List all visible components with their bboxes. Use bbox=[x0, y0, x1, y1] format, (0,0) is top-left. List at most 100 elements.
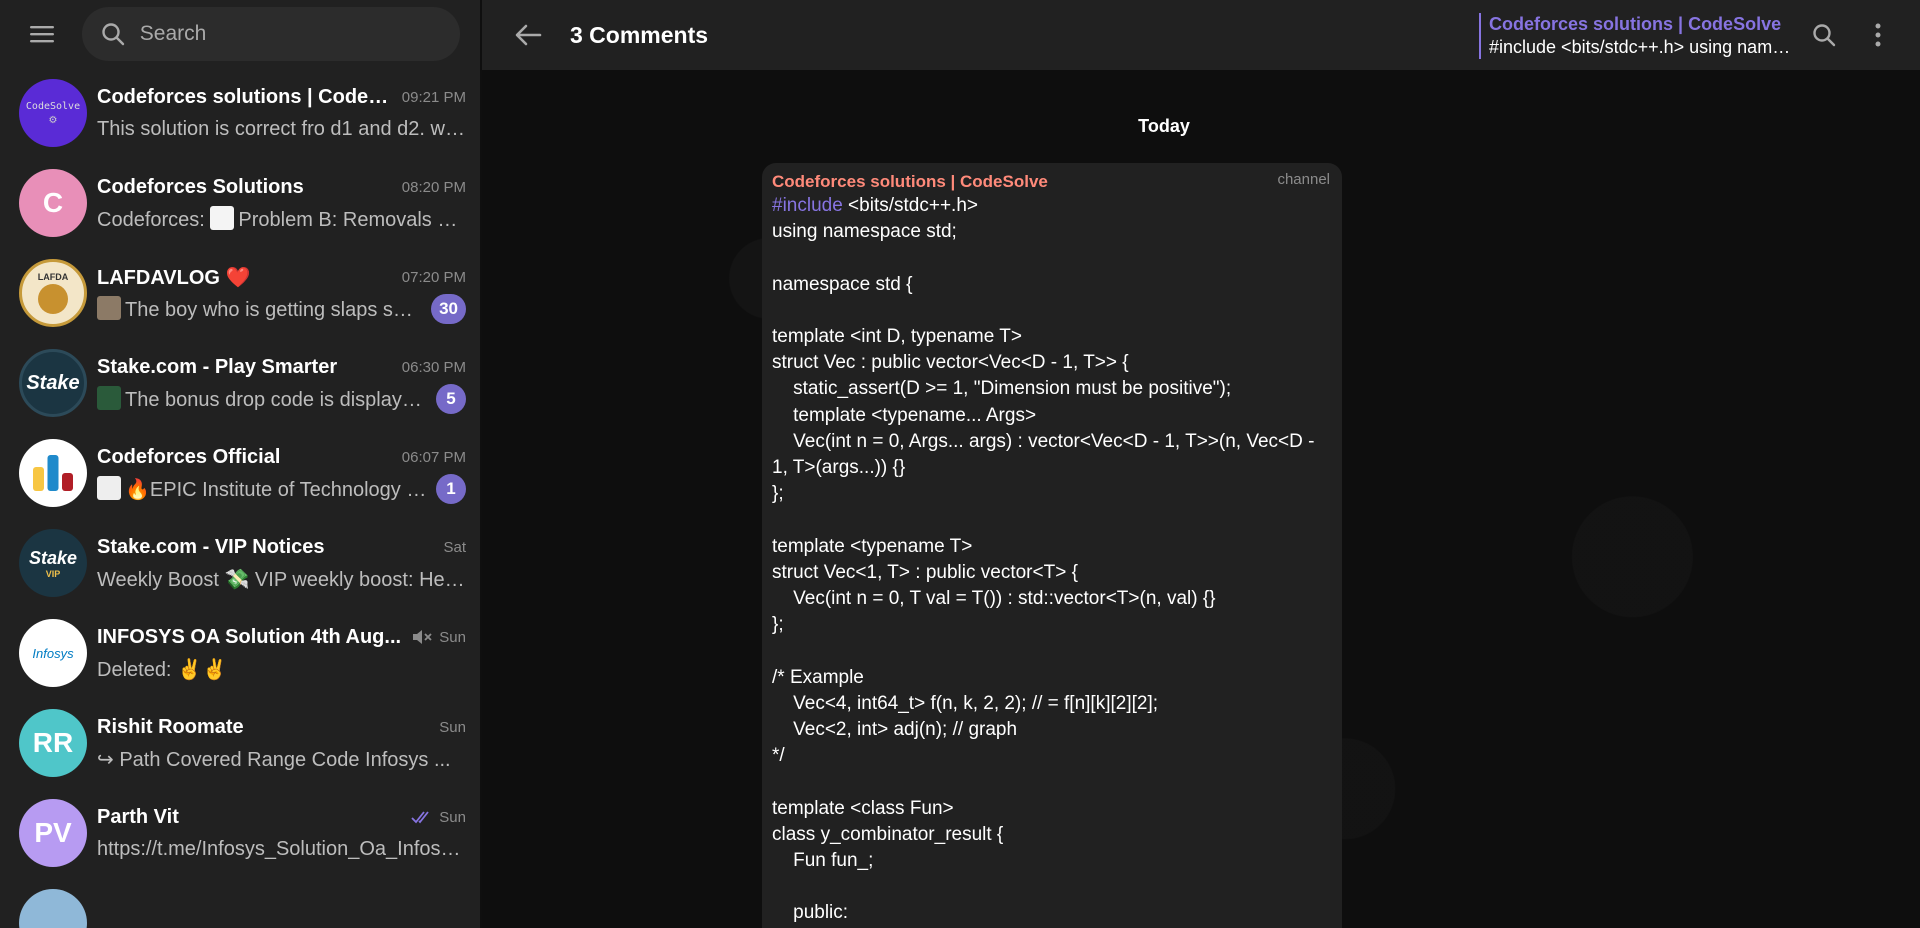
avatar: LAFDA bbox=[19, 259, 87, 327]
chat-row-top: Parth Vit Sun bbox=[97, 802, 466, 832]
chat-item-lafdavlog[interactable]: LAFDA LAFDAVLOG ❤️ 07:20 PM The boy who … bbox=[0, 248, 480, 338]
dog-icon bbox=[38, 284, 68, 314]
chat-item-rishit-roomate[interactable]: RR Rishit Roomate Sun ↪ Path Covered Ran… bbox=[0, 698, 480, 788]
date-separator: Today bbox=[1138, 116, 1190, 136]
more-vertical-icon bbox=[1875, 23, 1881, 47]
chat-title: Stake.com - VIP Notices bbox=[97, 535, 325, 558]
chat-body: Stake.com - Play Smarter 06:30 PM The bo… bbox=[97, 352, 466, 414]
chat-item-infosys-oa-solution[interactable]: Infosys INFOSYS OA Solution 4th Aug... S… bbox=[0, 608, 480, 698]
unread-badge: 30 bbox=[431, 294, 466, 324]
back-button[interactable] bbox=[508, 15, 548, 55]
chat-row-top: Stake.com - Play Smarter 06:30 PM bbox=[97, 352, 466, 382]
chat-row-bottom: Codeforces: Problem B: Removals Game ... bbox=[97, 204, 466, 234]
avatar-text: LAFDA bbox=[37, 272, 69, 282]
search-icon bbox=[1813, 24, 1836, 47]
top-bar: 3 Comments Codeforces solutions | CodeSo… bbox=[482, 0, 1920, 70]
chat-row-bottom: The boy who is getting slaps sho... 30 bbox=[97, 294, 466, 324]
video-thumbnail-icon bbox=[97, 296, 121, 320]
chat-item-codeforces-solutions-codesolve[interactable]: CodeSolve ⚙ Codeforces solutions | CodeS… bbox=[0, 68, 480, 158]
chat-title: Codeforces solutions | CodeSolve bbox=[97, 85, 394, 108]
avatar-text: Stake bbox=[28, 547, 78, 568]
chat-title: LAFDAVLOG ❤️ bbox=[97, 266, 251, 289]
chat-item-stake-play-smarter[interactable]: Stake Stake.com - Play Smarter 06:30 PM … bbox=[0, 338, 480, 428]
chat-row-bottom: Weekly Boost 💸 VIP weekly boost: Here's.… bbox=[97, 564, 466, 594]
preview-text: Problem B: Removals Game ... bbox=[238, 209, 466, 231]
chat-preview: 🔥EPIC Institute of Technology Roun... bbox=[97, 476, 428, 502]
chat-item-codeforces-solutions[interactable]: C Codeforces Solutions 08:20 PM Codeforc… bbox=[0, 158, 480, 248]
menu-button[interactable] bbox=[20, 12, 64, 56]
avatar: Stake VIP bbox=[19, 529, 87, 597]
chat-row-bottom: https://t.me/Infosys_Solution_Oa_Infosys… bbox=[97, 834, 466, 864]
channel-message-bubble[interactable]: Codeforces solutions | CodeSolve channel… bbox=[762, 163, 1342, 928]
preview-prefix: Codeforces: bbox=[97, 209, 211, 231]
avatar bbox=[19, 889, 87, 928]
chat-row-top: Codeforces Solutions 08:20 PM bbox=[97, 172, 466, 202]
avatar: Infosys bbox=[19, 619, 87, 687]
sidebar-header bbox=[0, 0, 480, 68]
avatar-text: Infosys bbox=[32, 645, 74, 661]
chat-body: Parth Vit Sun https://t.me/Infosys_Solut… bbox=[97, 802, 466, 864]
video-thumbnail-icon bbox=[97, 386, 121, 410]
vip-label: VIP bbox=[45, 568, 61, 579]
avatar-initials: RR bbox=[32, 727, 74, 758]
avatar: CodeSolve ⚙ bbox=[19, 79, 87, 147]
preview-text: The boy who is getting slaps sho... bbox=[125, 299, 424, 321]
gear-icon: ⚙ bbox=[48, 114, 58, 126]
chat-item-stake-vip-notices[interactable]: Stake VIP Stake.com - VIP Notices Sat We… bbox=[0, 518, 480, 608]
avatar-text: Stake bbox=[26, 371, 80, 394]
muted-speaker-icon bbox=[413, 630, 432, 644]
chat-title: Stake.com - Play Smarter bbox=[97, 355, 338, 378]
chat-body: INFOSYS OA Solution 4th Aug... Sun Delet… bbox=[97, 622, 466, 684]
pinned-title: Codeforces solutions | CodeSolve bbox=[1489, 14, 1782, 34]
chat-item-codeforces-official[interactable]: Codeforces Official 06:07 PM 🔥EPIC Insti… bbox=[0, 428, 480, 518]
chat-time: Sun bbox=[439, 628, 466, 646]
unread-badge: 5 bbox=[436, 384, 466, 414]
chat-preview: https://t.me/Infosys_Solution_Oa_Infosys… bbox=[97, 837, 466, 860]
chat-title: Codeforces Official bbox=[97, 445, 281, 468]
chat-time: Sun bbox=[439, 718, 466, 736]
search-button[interactable] bbox=[1806, 17, 1842, 53]
image-thumbnail-icon bbox=[97, 476, 121, 500]
more-options-button[interactable] bbox=[1860, 17, 1896, 53]
chat-row-top: Stake.com - VIP Notices Sat bbox=[97, 532, 466, 562]
chat-row-top: Rishit Roomate Sun bbox=[97, 712, 466, 742]
pinned-message[interactable]: Codeforces solutions | CodeSolve #includ… bbox=[1479, 13, 1799, 59]
chat-item-parth-vit[interactable]: PV Parth Vit Sun https://t.me/Infosys_So… bbox=[0, 788, 480, 878]
chat-preview: The bonus drop code is displaye... bbox=[97, 386, 428, 412]
chat-body: Codeforces solutions | CodeSolve 09:21 P… bbox=[97, 82, 466, 144]
chat-row-top: LAFDAVLOG ❤️ 07:20 PM bbox=[97, 262, 466, 292]
message-tag: channel bbox=[1277, 171, 1330, 188]
chat-title: Codeforces Solutions bbox=[97, 175, 304, 198]
code-body: using namespace std; namespace std { tem… bbox=[772, 221, 1315, 924]
chat-preview: The boy who is getting slaps sho... bbox=[97, 296, 423, 322]
chat-row-top: Codeforces solutions | CodeSolve 09:21 P… bbox=[97, 82, 466, 112]
chat-row-bottom: 🔥EPIC Institute of Technology Roun... 1 bbox=[97, 474, 466, 504]
chat-preview: Deleted: ✌️✌️ bbox=[97, 658, 227, 681]
chat-title: Rishit Roomate bbox=[97, 715, 244, 738]
code-keyword[interactable]: #include bbox=[772, 195, 843, 216]
chat-sidebar: CodeSolve ⚙ Codeforces solutions | CodeS… bbox=[0, 0, 481, 928]
chat-time: Sun bbox=[439, 808, 466, 826]
message-sender[interactable]: Codeforces solutions | CodeSolve bbox=[772, 171, 1332, 193]
chat-preview: Weekly Boost 💸 VIP weekly boost: Here's.… bbox=[97, 568, 466, 591]
avatar-text: CodeSolve bbox=[25, 100, 81, 112]
avatar: RR bbox=[19, 709, 87, 777]
avatar: PV bbox=[19, 799, 87, 867]
chat-row-top: INFOSYS OA Solution 4th Aug... Sun bbox=[97, 622, 466, 652]
avatar-initials: C bbox=[42, 187, 64, 218]
chat-time: 08:20 PM bbox=[401, 178, 466, 196]
preview-text: 🔥EPIC Institute of Technology Roun... bbox=[125, 479, 428, 501]
search-input[interactable] bbox=[139, 22, 440, 46]
chat-time: 06:30 PM bbox=[401, 358, 466, 376]
search-box[interactable] bbox=[81, 7, 460, 61]
chat-row-bottom: The bonus drop code is displaye... 5 bbox=[97, 384, 466, 414]
avatar: Stake bbox=[19, 349, 87, 417]
search-icon bbox=[102, 23, 124, 46]
codeforces-logo-icon bbox=[33, 455, 73, 491]
chat-preview: This solution is correct fro d1 and d2. … bbox=[97, 117, 466, 140]
chat-item-partial[interactable] bbox=[0, 878, 480, 928]
chat-row-bottom: Deleted: ✌️✌️ bbox=[97, 654, 466, 684]
chat-preview: ↪ Path Covered Range Code Infosys ... bbox=[97, 748, 451, 771]
chat-time: 06:07 PM bbox=[401, 448, 466, 466]
chat-time: 09:21 PM bbox=[401, 88, 466, 106]
